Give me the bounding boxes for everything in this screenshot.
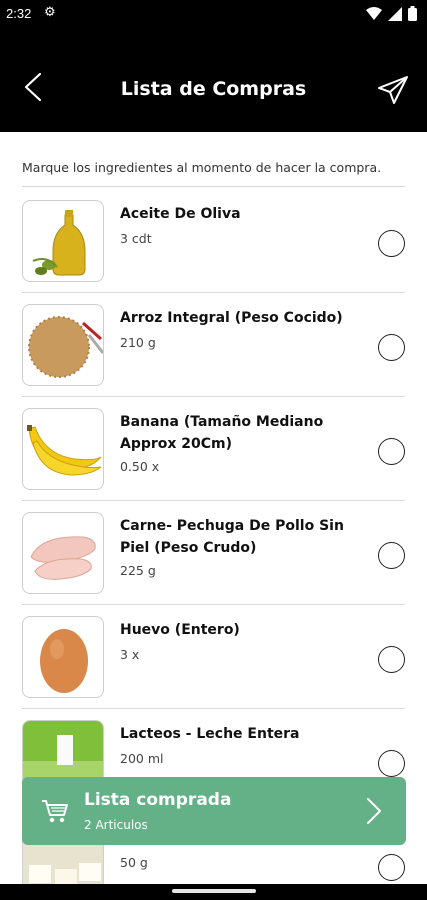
done-bar-subtitle: 2 Articulos (84, 818, 148, 832)
item-name: Aceite De Oliva (120, 206, 241, 222)
item-checkbox[interactable] (378, 750, 405, 777)
chevron-right-icon (367, 798, 381, 824)
item-checkbox[interactable] (378, 854, 405, 881)
item-checkbox[interactable] (378, 230, 405, 257)
settings-gear-icon: ⚙ (44, 5, 56, 20)
item-name: Carne- Pechuga De Pollo Sin Piel (Peso C… (120, 518, 344, 556)
shopping-cart-icon (42, 800, 68, 823)
item-quantity: 225 g (120, 563, 156, 578)
item-checkbox[interactable] (378, 334, 405, 361)
done-bar-title: Lista comprada (84, 790, 232, 810)
egg-icon (22, 616, 104, 698)
list-item[interactable]: Arroz Integral (Peso Cocido) 210 g (22, 293, 405, 397)
item-quantity: 200 ml (120, 751, 164, 766)
list-item[interactable]: Huevo (Entero) 3 x (22, 605, 405, 709)
list-item[interactable]: Aceite De Oliva 3 cdt (22, 189, 405, 293)
wifi-icon (366, 6, 382, 20)
list-item[interactable]: Banana (Tamaño Mediano Approx 20Cm) 0.50… (22, 397, 405, 501)
olive-oil-icon (22, 200, 104, 282)
status-time: 2:32 (6, 6, 32, 21)
item-checkbox[interactable] (378, 542, 405, 569)
page-title: Lista de Compras (120, 78, 307, 100)
item-quantity: 210 g (120, 335, 156, 350)
send-icon[interactable] (377, 74, 409, 106)
shopping-list-content[interactable]: Marque los ingredientes al momento de ha… (0, 132, 427, 884)
item-quantity: 0.50 x (120, 459, 160, 474)
battery-icon (408, 6, 417, 21)
item-name: Arroz Integral (Peso Cocido) (120, 310, 343, 326)
item-name: Lacteos - Leche Entera (120, 726, 300, 742)
list-purchased-button[interactable]: Lista comprada 2 Articulos (22, 777, 406, 845)
instructions-text: Marque los ingredientes al momento de ha… (22, 160, 382, 175)
signal-icon (388, 6, 402, 21)
system-nav-bar (0, 884, 427, 900)
item-name: Banana (Tamaño Mediano Approx 20Cm) (120, 414, 324, 452)
status-bar: 2:32 ⚙ (0, 0, 427, 28)
divider (22, 186, 405, 187)
home-indicator[interactable] (172, 889, 256, 893)
rice-icon (22, 304, 104, 386)
banana-icon (22, 408, 104, 490)
status-icons (366, 6, 417, 21)
item-name: Huevo (Entero) (120, 622, 240, 638)
item-checkbox[interactable] (378, 438, 405, 465)
item-checkbox[interactable] (378, 646, 405, 673)
chicken-breast-icon (22, 512, 104, 594)
list-item[interactable]: Carne- Pechuga De Pollo Sin Piel (Peso C… (22, 501, 405, 605)
app-header: Lista de Compras (0, 28, 427, 132)
item-quantity: 50 g (120, 855, 148, 870)
item-quantity: 3 cdt (120, 231, 152, 246)
item-quantity: 3 x (120, 647, 140, 662)
